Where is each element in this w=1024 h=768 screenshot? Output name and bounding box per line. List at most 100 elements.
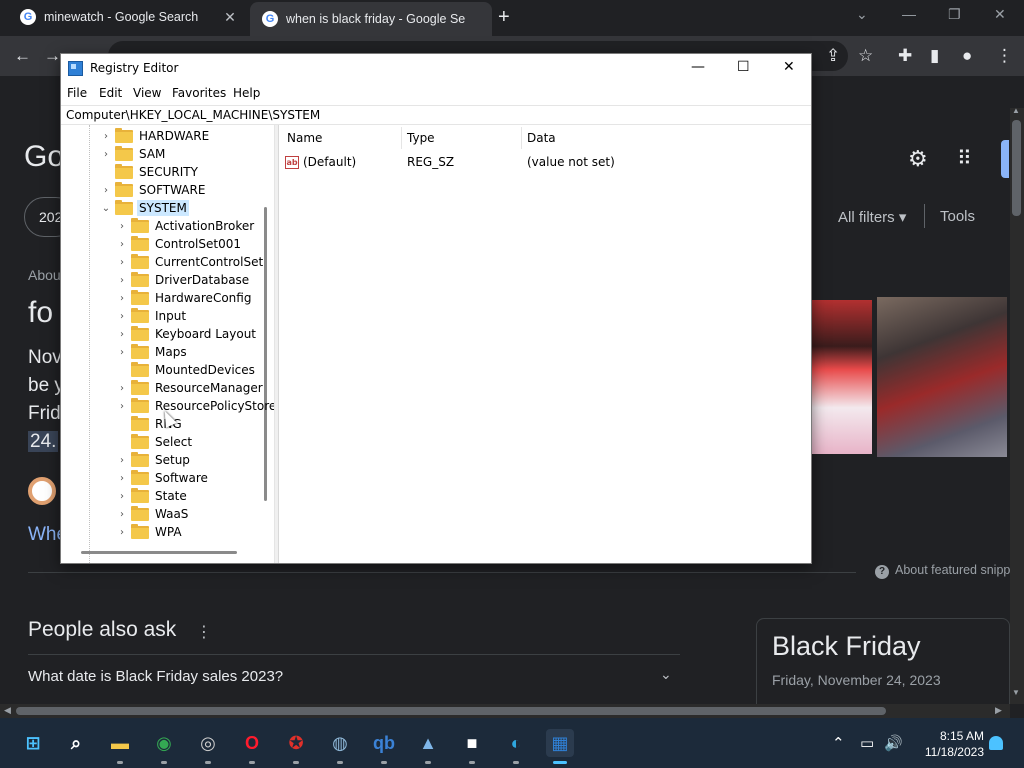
column-header-type[interactable]: Type [407, 131, 435, 145]
scroll-left-icon[interactable]: ◀ [4, 705, 11, 716]
back-icon[interactable]: ← [14, 46, 31, 66]
google-logo[interactable]: Go [24, 140, 64, 174]
column-header-name[interactable]: Name [287, 131, 322, 145]
app-globe-icon[interactable]: ◍ [326, 729, 354, 757]
source-site-logo[interactable] [28, 477, 56, 505]
opera-icon[interactable]: O [238, 729, 266, 757]
chrome-icon[interactable]: ◉ [150, 729, 178, 757]
restore-button[interactable]: ❐ [948, 6, 961, 23]
close-icon[interactable]: ✕ [220, 9, 240, 26]
chevron-right-icon[interactable]: › [99, 131, 113, 142]
notification-bell-icon[interactable] [989, 736, 1003, 750]
volume-icon[interactable]: 🔊 [884, 734, 903, 752]
chevron-right-icon[interactable]: › [115, 257, 129, 268]
address-bar[interactable]: Computer\HKEY_LOCAL_MACHINE\SYSTEM [61, 105, 811, 125]
tree-item-software[interactable]: › SOFTWARE [99, 181, 207, 199]
scrollbar-thumb[interactable] [264, 207, 267, 501]
chevron-right-icon[interactable]: › [115, 491, 129, 502]
tree-item-security[interactable]: SECURITY [99, 163, 200, 181]
tab-search-icon[interactable]: ⌄ [856, 6, 868, 23]
featured-image[interactable] [812, 300, 872, 454]
all-filters-button[interactable]: All filters ▾ [838, 208, 906, 226]
tree-item-activationbroker[interactable]: › ActivationBroker [115, 217, 256, 235]
display-icon[interactable]: ▭ [860, 734, 874, 752]
search-icon[interactable]: ⌕ [62, 729, 90, 757]
scroll-down-icon[interactable]: ▼ [1012, 688, 1020, 697]
qbittorrent-icon[interactable]: qb [370, 729, 398, 757]
regedit-icon[interactable]: ▦ [546, 729, 574, 757]
about-featured-snippets-link[interactable]: ? About featured snipp [875, 563, 1010, 579]
tree-item-state[interactable]: › State [115, 487, 189, 505]
close-button[interactable]: ✕ [783, 59, 795, 75]
menu-favorites[interactable]: Favorites [172, 86, 226, 100]
profile-icon[interactable]: ● [962, 46, 972, 66]
clock-time[interactable]: 8:15 AM [932, 729, 984, 743]
featured-image-crowd[interactable] [877, 297, 1007, 457]
tree-item-resourcemanager[interactable]: › ResourceManager [115, 379, 265, 397]
close-button[interactable]: ✕ [994, 6, 1006, 23]
scrollbar-thumb[interactable] [1012, 120, 1021, 216]
chevron-right-icon[interactable]: › [115, 293, 129, 304]
menu-edit[interactable]: Edit [99, 86, 122, 100]
value-row[interactable]: ab (Default) REG_SZ (value not set) [285, 153, 615, 171]
scroll-right-icon[interactable]: ▶ [995, 705, 1002, 716]
minimize-button[interactable]: — [902, 6, 916, 22]
chevron-right-icon[interactable]: › [115, 311, 129, 322]
chevron-up-icon[interactable]: ⌃ [832, 734, 845, 752]
menu-icon[interactable]: ⋮ [996, 46, 1013, 66]
tools-button[interactable]: Tools [940, 208, 975, 225]
share-icon[interactable]: ⇪ [826, 46, 840, 66]
chevron-down-icon[interactable]: ⌄ [99, 203, 113, 214]
tree-item-mounteddevices[interactable]: MountedDevices [115, 361, 257, 379]
maximize-button[interactable]: ☐ [737, 59, 750, 75]
package-icon[interactable]: ■ [458, 729, 486, 757]
key-tree-pane[interactable]: › HARDWARE › SAM SECURITY › SOFTWARE ⌄ SYSTEM › Ac… [61, 125, 275, 563]
tree-item-select[interactable]: Select [115, 433, 194, 451]
bookmark-star-icon[interactable]: ☆ [858, 46, 873, 66]
minimize-button[interactable]: — [691, 59, 705, 75]
tree-item-input[interactable]: › Input [115, 307, 188, 325]
chevron-right-icon[interactable]: › [115, 383, 129, 394]
sign-in-button[interactable] [1001, 140, 1009, 178]
new-tab-button[interactable]: + [498, 6, 510, 29]
menu-help[interactable]: Help [233, 86, 260, 100]
menu-view[interactable]: View [133, 86, 161, 100]
scroll-up-icon[interactable]: ▲ [1012, 106, 1020, 115]
tab-minewatch[interactable]: G minewatch - Google Search ✕ [8, 0, 248, 34]
extensions-icon[interactable]: ✚ [898, 46, 912, 66]
chevron-right-icon[interactable]: › [115, 239, 129, 250]
tree-item-software[interactable]: › Software [115, 469, 210, 487]
obs-icon[interactable]: ◎ [194, 729, 222, 757]
column-header-data[interactable]: Data [527, 131, 556, 145]
tree-item-sam[interactable]: › SAM [99, 145, 167, 163]
chevron-right-icon[interactable]: › [115, 401, 129, 412]
chevron-right-icon[interactable]: › [115, 509, 129, 520]
apps-grid-icon[interactable]: ⠿ [957, 146, 972, 171]
clock-date[interactable]: 11/18/2023 [918, 745, 984, 759]
chevron-right-icon[interactable]: › [115, 275, 129, 286]
tree-item-controlset001[interactable]: › ControlSet001 [115, 235, 243, 253]
chevron-right-icon[interactable]: › [115, 329, 129, 340]
tree-item-waas[interactable]: › WaaS [115, 505, 190, 523]
tree-item-maps[interactable]: › Maps [115, 343, 189, 361]
tab-black-friday[interactable]: G when is black friday - Google Se [250, 2, 492, 36]
paa-question[interactable]: What date is Black Friday sales 2023? [28, 668, 283, 685]
chevron-down-icon[interactable]: ⌄ [660, 666, 672, 683]
tree-item-wpa[interactable]: › WPA [115, 523, 184, 541]
chevron-right-icon[interactable]: › [115, 473, 129, 484]
tree-item-currentcontrolset[interactable]: › CurrentControlSet [115, 253, 265, 271]
tree-item-setup[interactable]: › Setup [115, 451, 192, 469]
column-divider[interactable] [401, 127, 402, 149]
file-explorer-icon[interactable]: ▬ [106, 729, 134, 757]
menu-file[interactable]: File [67, 86, 87, 100]
gear-icon[interactable]: ⚙ [908, 146, 928, 172]
chevron-right-icon[interactable]: › [99, 185, 113, 196]
app-red-icon[interactable]: ✪ [282, 729, 310, 757]
title-bar[interactable]: Registry Editor — ☐ ✕ [61, 54, 811, 83]
start-icon[interactable]: ⊞ [19, 729, 47, 757]
tree-item-system[interactable]: ⌄ SYSTEM [99, 199, 189, 217]
chevron-right-icon[interactable]: › [115, 455, 129, 466]
more-options-icon[interactable]: ⋮ [196, 622, 212, 642]
tree-item-driverdatabase[interactable]: › DriverDatabase [115, 271, 251, 289]
edge-icon[interactable]: ◐ [502, 729, 530, 757]
